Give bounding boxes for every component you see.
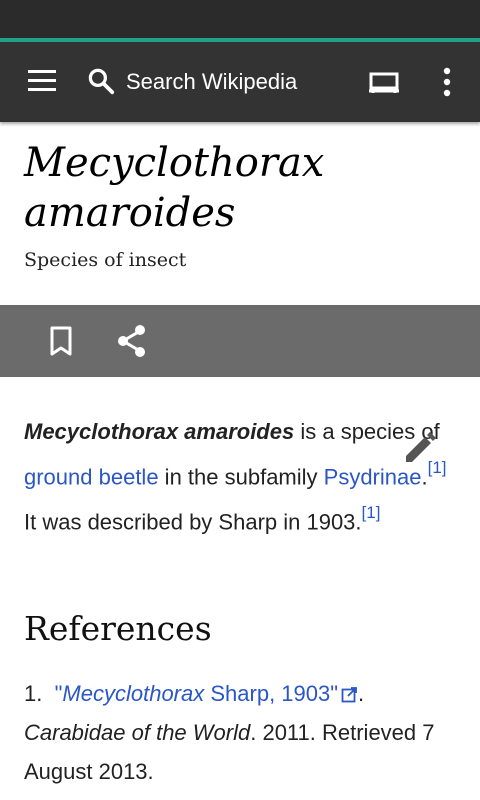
article-action-bar	[0, 305, 480, 377]
article-title-line2: amaroides	[24, 190, 236, 236]
edit-section-button[interactable]	[400, 428, 440, 468]
status-bar	[0, 0, 480, 38]
share-icon	[118, 325, 145, 357]
more-options-button[interactable]	[432, 62, 462, 102]
reference-external-link[interactable]: "Mecyclothorax Sharp, 1903"	[55, 681, 358, 706]
pencil-icon	[406, 432, 436, 462]
bookmark-icon	[50, 326, 72, 356]
intro-text-2: in the subfamily	[158, 464, 324, 490]
article-title-line1: Mecyclothorax	[24, 140, 325, 186]
reference-link-rest: Sharp, 1903"	[204, 681, 339, 706]
reference-number: 1.	[24, 681, 43, 706]
share-button[interactable]	[112, 323, 152, 359]
article-title: Mecyclothorax amaroides	[24, 138, 464, 238]
search-icon	[88, 68, 115, 95]
more-vert-icon	[443, 67, 451, 97]
reference-item: 1. "Mecyclothorax Sharp, 1903". Carabidae…	[24, 674, 464, 791]
link-psydrinae[interactable]: Psydrinae	[324, 464, 422, 489]
tabs-icon	[369, 72, 399, 93]
link-ground-beetle[interactable]: ground beetle	[24, 464, 159, 489]
menu-button[interactable]	[24, 66, 60, 98]
article-intro-paragraph: Mecyclothorax amaroides is a species of …	[24, 412, 454, 542]
reference-link-italic: Mecyclothorax	[62, 681, 205, 706]
search-bar[interactable]: Search Wikipedia	[86, 62, 346, 102]
tabs-button[interactable]	[364, 64, 404, 100]
intro-text-3: .	[421, 464, 428, 490]
article-subject-name: Mecyclothorax amaroides	[24, 419, 295, 444]
reference-after-link: .	[358, 681, 365, 706]
external-link-icon	[341, 687, 357, 703]
citation-link-2[interactable]: [1]	[362, 503, 381, 522]
bookmark-button[interactable]	[44, 323, 78, 359]
article-description: Species of insect	[24, 249, 187, 271]
references-heading: References	[24, 609, 212, 648]
intro-text-4: It was described by Sharp in 1903.	[24, 509, 362, 535]
references-list: 1. "Mecyclothorax Sharp, 1903". Carabidae…	[24, 674, 464, 791]
toolbar: Search Wikipedia	[0, 42, 480, 122]
search-placeholder: Search Wikipedia	[126, 69, 298, 94]
reference-source: Carabidae of the World	[24, 720, 251, 745]
